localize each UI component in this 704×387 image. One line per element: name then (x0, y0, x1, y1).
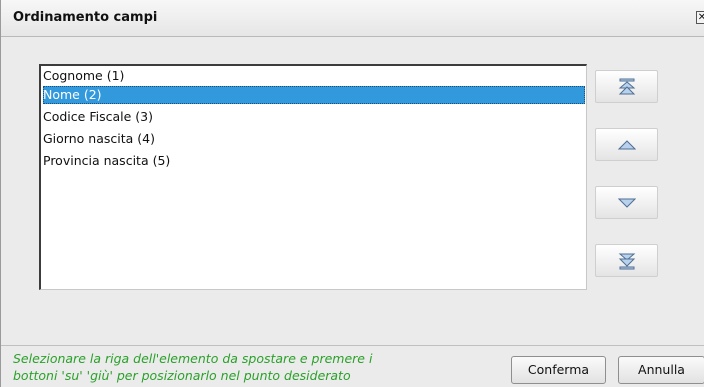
dialog-title: Ordinamento campi (13, 10, 158, 25)
confirm-button[interactable]: Conferma (511, 356, 606, 384)
fields-listbox[interactable]: Cognome (1) Nome (2) Codice Fiscale (3) … (39, 64, 587, 290)
list-item[interactable]: Cognome (1) (43, 67, 585, 85)
close-icon[interactable]: ✕ (696, 11, 704, 24)
footer-divider (1, 345, 704, 346)
list-item-selected[interactable]: Nome (2) (43, 86, 585, 104)
cancel-button[interactable]: Annulla (618, 356, 704, 384)
list-item[interactable]: Provincia nascita (5) (43, 152, 585, 170)
move-bottom-icon (618, 253, 635, 269)
sort-fields-dialog: Ordinamento campi ✕ Cognome (1) Nome (2)… (0, 0, 704, 387)
hint-line-2: bottoni 'su' 'giù' per posizionarlo nel … (13, 368, 351, 383)
hint-line-1: Selezionare la riga dell'elemento da spo… (13, 351, 373, 366)
list-item[interactable]: Giorno nascita (4) (43, 130, 585, 148)
move-down-button[interactable] (595, 186, 658, 219)
move-top-button[interactable] (595, 70, 658, 103)
move-up-icon (617, 139, 636, 149)
move-bottom-button[interactable] (595, 244, 658, 277)
move-up-button[interactable] (595, 128, 658, 161)
hint-text: Selezionare la riga dell'elemento da spo… (13, 350, 473, 384)
move-top-icon (618, 78, 635, 94)
move-down-icon (617, 198, 636, 208)
list-item[interactable]: Codice Fiscale (3) (43, 108, 585, 126)
dialog-titlebar[interactable]: Ordinamento campi ✕ (1, 0, 704, 37)
